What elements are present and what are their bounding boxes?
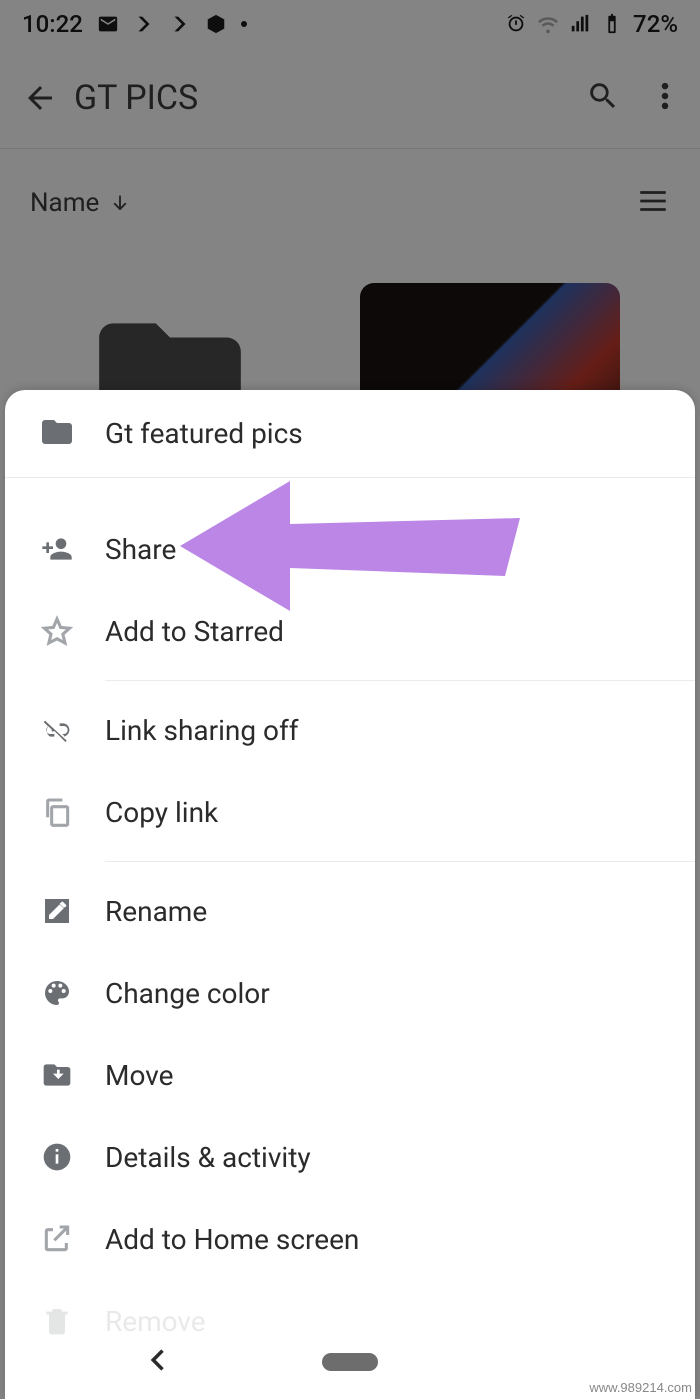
menu-share[interactable]: Share xyxy=(5,508,695,590)
sheet-folder-name: Gt featured pics xyxy=(105,417,303,450)
menu-rename[interactable]: Rename xyxy=(5,870,695,952)
link-off-icon xyxy=(39,714,75,746)
menu-rename-label: Rename xyxy=(105,895,207,928)
menu-move-label: Move xyxy=(105,1059,173,1092)
palette-icon xyxy=(39,977,75,1009)
star-outline-icon xyxy=(39,615,75,647)
trash-icon xyxy=(39,1305,75,1337)
menu-copy-link[interactable]: Copy link xyxy=(5,771,695,853)
menu-link-sharing[interactable]: Link sharing off xyxy=(5,689,695,771)
copy-icon xyxy=(39,796,75,828)
person-add-icon xyxy=(39,533,75,565)
add-home-icon xyxy=(39,1223,75,1255)
context-menu: Share Add to Starred Link sharing off xyxy=(5,478,695,1362)
menu-divider xyxy=(105,861,695,862)
menu-add-home-label: Add to Home screen xyxy=(105,1223,359,1256)
menu-link-sharing-label: Link sharing off xyxy=(105,714,298,747)
menu-copy-link-label: Copy link xyxy=(105,796,218,829)
menu-add-starred[interactable]: Add to Starred xyxy=(5,590,695,672)
info-icon xyxy=(39,1141,75,1173)
menu-starred-label: Add to Starred xyxy=(105,615,284,648)
bottom-sheet: Gt featured pics Share Add to Starred xyxy=(5,390,695,1399)
menu-details[interactable]: Details & activity xyxy=(5,1116,695,1198)
menu-change-color-label: Change color xyxy=(105,977,270,1010)
menu-divider xyxy=(105,680,695,681)
menu-remove-label: Remove xyxy=(105,1305,206,1338)
watermark-text: www.989214.com xyxy=(589,1380,692,1395)
pencil-icon xyxy=(39,895,75,927)
menu-move[interactable]: Move xyxy=(5,1034,695,1116)
menu-details-label: Details & activity xyxy=(105,1141,311,1174)
sheet-header: Gt featured pics xyxy=(5,390,695,478)
folder-move-icon xyxy=(39,1059,75,1091)
menu-change-color[interactable]: Change color xyxy=(5,952,695,1034)
menu-share-label: Share xyxy=(105,533,176,566)
nav-home-pill[interactable] xyxy=(322,1353,378,1371)
folder-icon xyxy=(39,414,75,454)
menu-add-home[interactable]: Add to Home screen xyxy=(5,1198,695,1280)
nav-back-button[interactable] xyxy=(145,1346,173,1378)
